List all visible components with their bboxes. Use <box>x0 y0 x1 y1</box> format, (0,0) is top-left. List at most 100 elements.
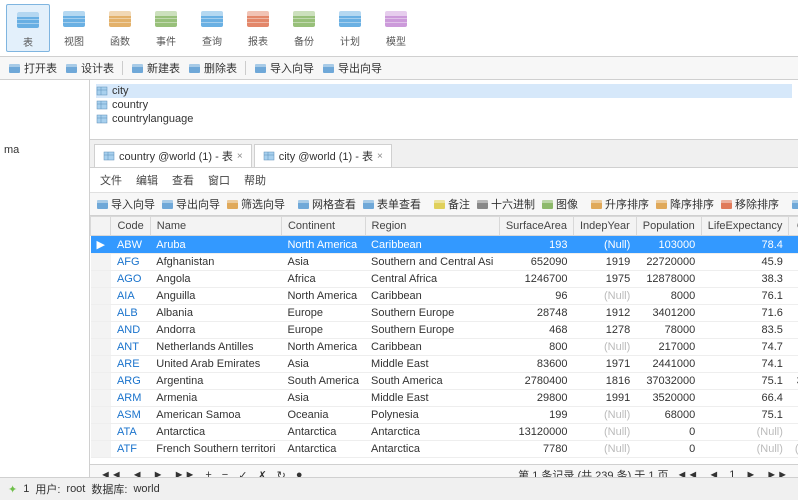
tbl-action-10[interactable]: 移除排序 <box>720 196 779 212</box>
cell-surface[interactable]: 652090 <box>499 254 573 271</box>
col-Continent[interactable]: Continent <box>281 217 365 236</box>
cell-pop[interactable]: 3401200 <box>636 305 701 322</box>
close-icon[interactable]: × <box>377 151 383 162</box>
top-事件[interactable]: 事件 <box>144 4 188 52</box>
cell-name[interactable]: Armenia <box>150 390 281 407</box>
cell-pop[interactable]: 103000 <box>636 236 701 254</box>
tbl-action-11[interactable]: 自定义排序 <box>791 196 798 212</box>
cell-life[interactable]: 38.3 <box>701 271 789 288</box>
obj-action-3[interactable]: 删除表 <box>188 60 237 76</box>
cell-gnp[interactable]: 6 <box>789 288 798 305</box>
col-Population[interactable]: Population <box>636 217 701 236</box>
cell-code[interactable]: ASM <box>111 407 150 424</box>
cell-gnp[interactable]: 18 <box>789 390 798 407</box>
tbl-action-6[interactable]: 十六进制 <box>476 196 535 212</box>
cell-surface[interactable]: 28748 <box>499 305 573 322</box>
table-row[interactable]: ALBAlbaniaEuropeSouthern Europe287481912… <box>91 305 798 322</box>
cell-life[interactable]: (Null) <box>701 424 789 441</box>
col-LifeExpectancy[interactable]: LifeExpectancy <box>701 217 789 236</box>
cell-life[interactable]: (Null) <box>701 441 789 458</box>
cell-surface[interactable]: 468 <box>499 322 573 339</box>
cell-surface[interactable]: 193 <box>499 236 573 254</box>
cell-region[interactable]: Central Africa <box>365 271 499 288</box>
row-marker[interactable] <box>91 339 111 356</box>
cell-life[interactable]: 75.1 <box>701 373 789 390</box>
cell-life[interactable]: 74.7 <box>701 339 789 356</box>
col-Region[interactable]: Region <box>365 217 499 236</box>
cell-continent[interactable]: Asia <box>281 254 365 271</box>
cell-gnp[interactable]: 32 <box>789 305 798 322</box>
cell-code[interactable]: AGO <box>111 271 150 288</box>
cell-life[interactable]: 83.5 <box>701 322 789 339</box>
cell-indep[interactable]: 1975 <box>574 271 637 288</box>
cell-region[interactable]: Antarctica <box>365 441 499 458</box>
cell-surface[interactable]: 13120000 <box>499 424 573 441</box>
cell-pop[interactable]: 0 <box>636 441 701 458</box>
row-marker[interactable] <box>91 441 111 458</box>
cell-name[interactable]: Argentina <box>150 373 281 390</box>
cell-life[interactable]: 71.6 <box>701 305 789 322</box>
obj-action-4[interactable]: 导入向导 <box>254 60 314 76</box>
cell-surface[interactable]: 7780 <box>499 441 573 458</box>
table-row[interactable]: ARGArgentinaSouth AmericaSouth America27… <box>91 373 798 390</box>
table-item-city[interactable]: city <box>96 84 792 98</box>
cell-pop[interactable]: 12878000 <box>636 271 701 288</box>
cell-indep[interactable]: (Null) <box>574 339 637 356</box>
cell-pop[interactable]: 8000 <box>636 288 701 305</box>
table-row[interactable]: AGOAngolaAfricaCentral Africa12467001975… <box>91 271 798 288</box>
row-marker[interactable] <box>91 373 111 390</box>
data-grid[interactable]: CodeNameContinentRegionSurfaceAreaIndepY… <box>90 216 798 464</box>
tbl-action-8[interactable]: 升序排序 <box>590 196 649 212</box>
cell-indep[interactable]: (Null) <box>574 236 637 254</box>
table-row[interactable]: ANDAndorraEuropeSouthern Europe468127878… <box>91 322 798 339</box>
cell-code[interactable]: ABW <box>111 236 150 254</box>
table-row[interactable]: ▶ABWArubaNorth AmericaCaribbean193(Null)… <box>91 236 798 254</box>
col-SurfaceArea[interactable]: SurfaceArea <box>499 217 573 236</box>
top-函数[interactable]: 函数 <box>98 4 142 52</box>
cell-pop[interactable]: 0 <box>636 424 701 441</box>
cell-life[interactable]: 45.9 <box>701 254 789 271</box>
cell-code[interactable]: ANT <box>111 339 150 356</box>
cell-continent[interactable]: Oceania <box>281 407 365 424</box>
cell-region[interactable]: Southern Europe <box>365 322 499 339</box>
cell-code[interactable]: AND <box>111 322 150 339</box>
cell-life[interactable]: 76.1 <box>701 288 789 305</box>
cell-pop[interactable]: 3520000 <box>636 390 701 407</box>
cell-surface[interactable]: 96 <box>499 288 573 305</box>
table-row[interactable]: ASMAmerican SamoaOceaniaPolynesia199(Nul… <box>91 407 798 424</box>
cell-surface[interactable]: 29800 <box>499 390 573 407</box>
cell-gnp[interactable]: 66 <box>789 271 798 288</box>
row-marker[interactable] <box>91 390 111 407</box>
row-marker[interactable] <box>91 288 111 305</box>
obj-action-1[interactable]: 设计表 <box>65 60 114 76</box>
obj-action-2[interactable]: 新建表 <box>131 60 180 76</box>
tab-0[interactable]: country @world (1) - 表× <box>94 144 252 167</box>
tbl-action-4[interactable]: 表单查看 <box>362 196 421 212</box>
table-row[interactable]: AFGAfghanistanAsiaSouthern and Central A… <box>91 254 798 271</box>
top-计划[interactable]: 计划 <box>328 4 372 52</box>
cell-code[interactable]: ARM <box>111 390 150 407</box>
top-模型[interactable]: 模型 <box>374 4 418 52</box>
table-row[interactable]: ATFFrench Southern territoriAntarcticaAn… <box>91 441 798 458</box>
tab-1[interactable]: city @world (1) - 表× <box>254 144 392 167</box>
cell-region[interactable]: Polynesia <box>365 407 499 424</box>
table-row[interactable]: ARMArmeniaAsiaMiddle East298001991352000… <box>91 390 798 407</box>
cell-surface[interactable]: 2780400 <box>499 373 573 390</box>
cell-name[interactable]: Antarctica <box>150 424 281 441</box>
cell-surface[interactable]: 1246700 <box>499 271 573 288</box>
cell-region[interactable]: Caribbean <box>365 236 499 254</box>
cell-gnp[interactable]: 8 <box>789 236 798 254</box>
tbl-action-3[interactable]: 网格查看 <box>297 196 356 212</box>
cell-life[interactable]: 66.4 <box>701 390 789 407</box>
cell-name[interactable]: Netherlands Antilles <box>150 339 281 356</box>
cell-gnp[interactable] <box>789 424 798 441</box>
row-marker[interactable] <box>91 356 111 373</box>
tbl-action-0[interactable]: 导入向导 <box>96 196 155 212</box>
cell-name[interactable]: Anguilla <box>150 288 281 305</box>
cell-pop[interactable]: 37032000 <box>636 373 701 390</box>
row-marker[interactable] <box>91 254 111 271</box>
obj-action-0[interactable]: 打开表 <box>8 60 57 76</box>
cell-code[interactable]: AFG <box>111 254 150 271</box>
cell-pop[interactable]: 217000 <box>636 339 701 356</box>
cell-name[interactable]: Aruba <box>150 236 281 254</box>
